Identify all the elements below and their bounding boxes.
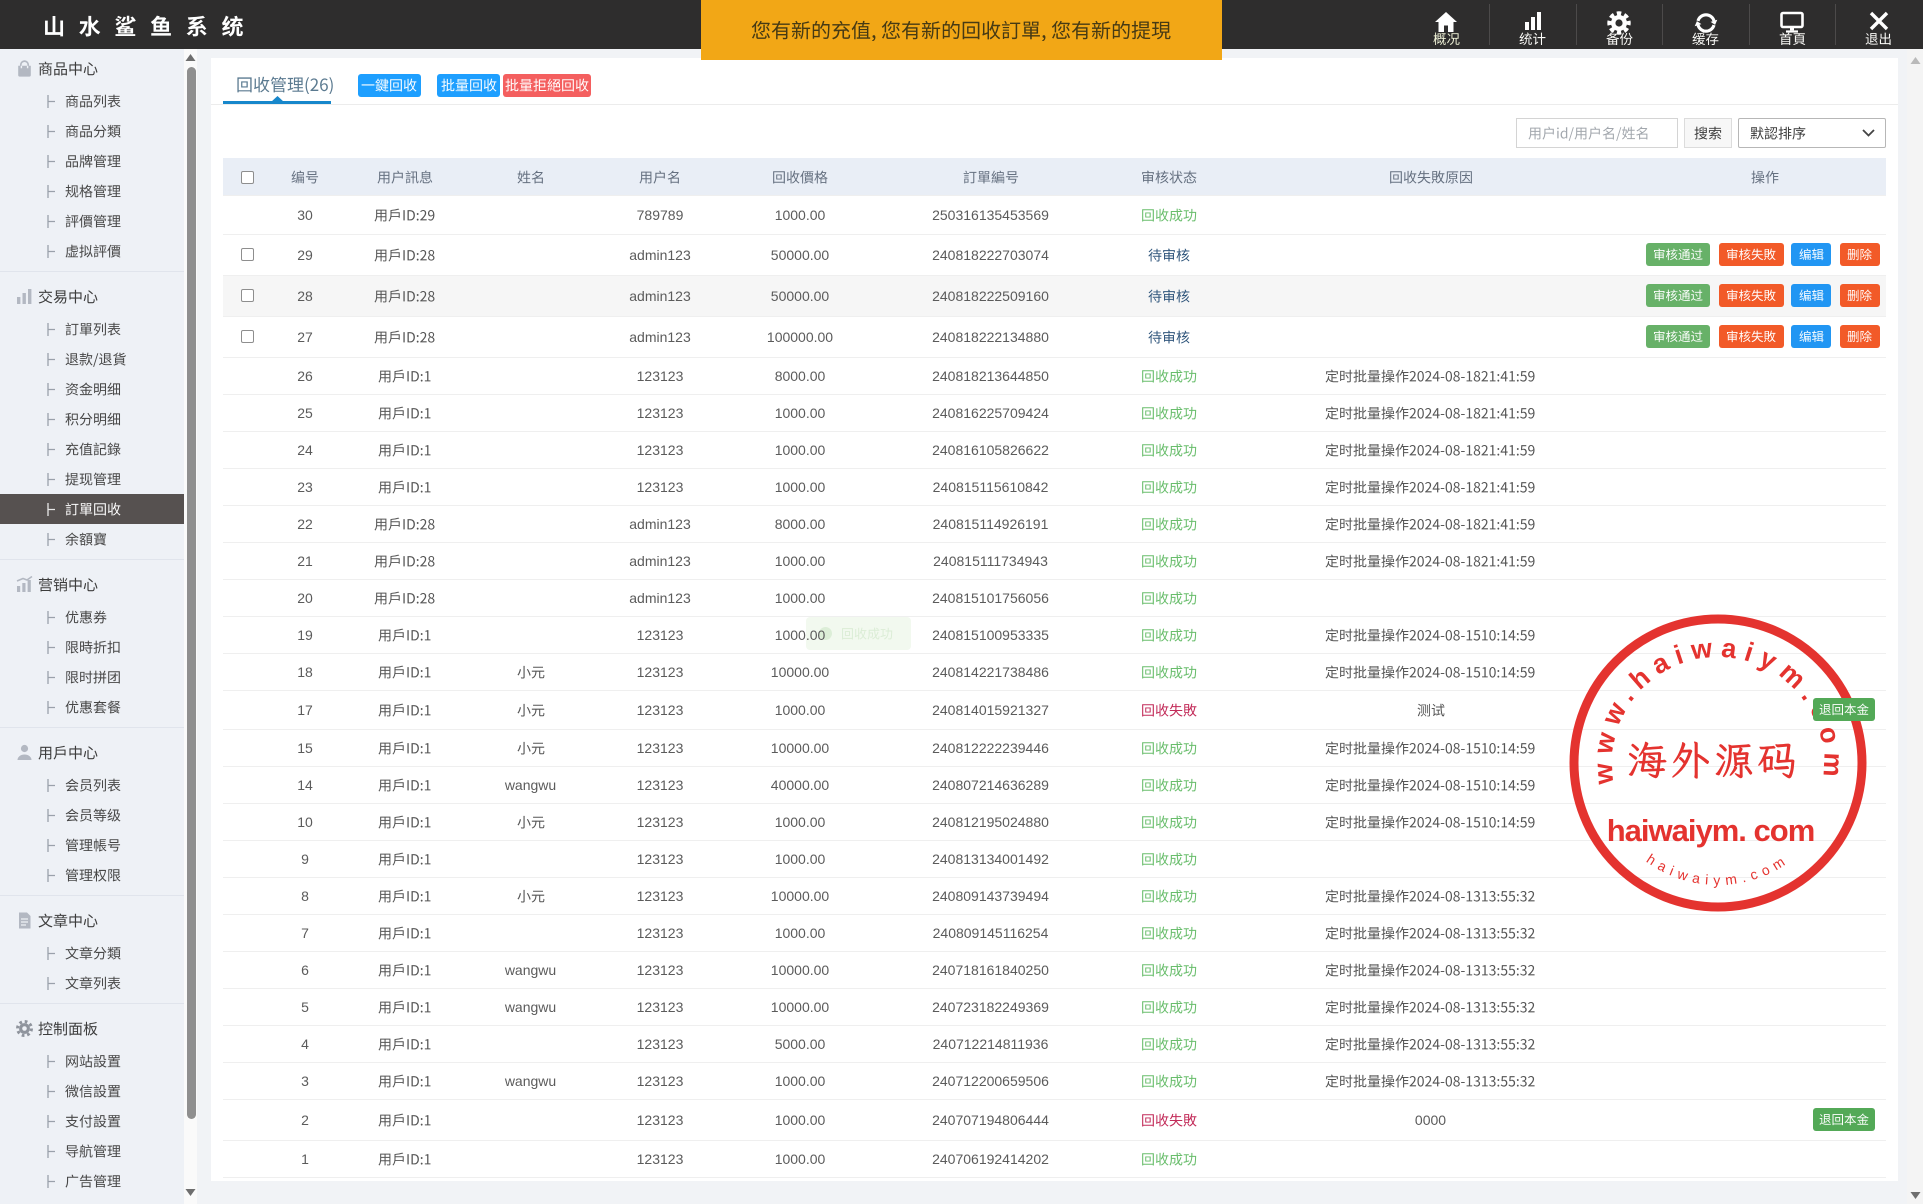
svg-text:haiwaiym.com: haiwaiym.com: [1643, 850, 1791, 888]
